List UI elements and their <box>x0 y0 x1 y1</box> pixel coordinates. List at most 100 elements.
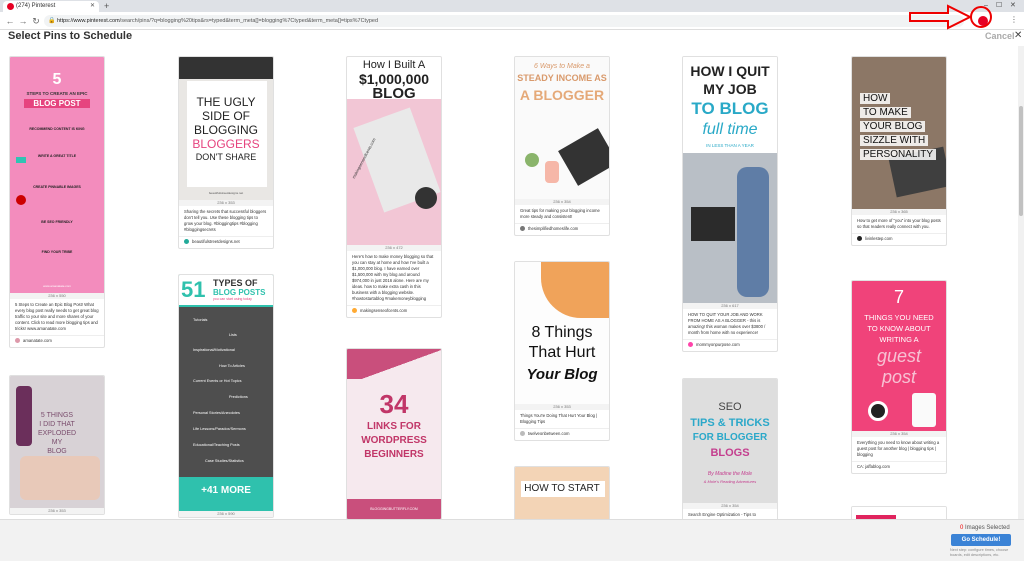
pin-source: amanatate.com <box>10 335 104 347</box>
pin-card[interactable]: 6 Ways to Make a STEADY INCOME AS A BLOG… <box>514 56 610 236</box>
pin-image-text: Current Events or Hot Topics <box>193 379 242 383</box>
pin-description: HOW TO QUIT YOUR JOB AND WORK FROM HOME … <box>688 312 766 335</box>
window-close-button[interactable]: ✕ <box>1010 0 1016 12</box>
pin-image-text: BLOG POST <box>24 99 90 108</box>
keyboard-shape <box>179 57 273 79</box>
url-host: https://www.pinterest.com <box>57 18 120 24</box>
pin-image-text: HOW I QUIT <box>690 63 770 79</box>
pin-card[interactable]: HOW TO START <box>514 466 610 519</box>
pin-image-text: 34 <box>379 389 409 419</box>
annotation-arrow-icon <box>909 4 972 30</box>
back-arrow-icon[interactable]: ← <box>4 14 16 28</box>
scroll-thumb[interactable] <box>1019 106 1023 216</box>
go-schedule-button[interactable]: Go Schedule! <box>951 534 1011 546</box>
pin-image-text: 5 THINGS <box>40 412 74 419</box>
pinterest-icon <box>16 195 26 205</box>
scrollbar[interactable] <box>1018 46 1024 519</box>
pin-image: HOW TO START <box>515 467 609 519</box>
source-avatar <box>352 308 357 313</box>
pin-image-text: Life Lessons/Paradox/Sermons <box>193 427 246 431</box>
pin-image: SEO TIPS & TRICKS FOR BLOGGER BLOGS By M… <box>683 379 777 503</box>
pin-description: Search Engine Optimization - Tips to <box>688 512 756 517</box>
pin-image-text: BLOG <box>372 85 416 102</box>
pin-image-text: DON'T SHARE <box>195 152 257 162</box>
address-bar[interactable]: 🔒 https://www.pinterest.com/search/pins/… <box>44 15 964 27</box>
pin-image: How I Built A $1,000,000 BLOG makingsens… <box>347 57 441 245</box>
header-strip <box>347 349 441 379</box>
pin-source: livinlestep.com <box>852 233 946 245</box>
source-label: twelveonbetween.com <box>528 431 570 436</box>
pin-card[interactable]: HOW TO MAKE YOUR BLOG SIZZLE WITH PERSON… <box>851 56 947 246</box>
pin-image-text: STEADY INCOME AS <box>517 73 607 83</box>
pin-image-text: & Mole's Reading Adventures <box>703 479 757 484</box>
pin-image-text: FOR BLOGGER <box>692 432 768 443</box>
pin-description: Sharing the secrets that successful blog… <box>184 209 267 232</box>
browser-tab-bar: (274) Pinterest ✕ + – ☐ ✕ <box>0 0 1024 12</box>
selected-count: 0 Images Selected <box>960 525 1010 531</box>
pin-image-text: CREATE PINNABLE IMAGES <box>33 185 81 189</box>
plant-shape <box>525 153 539 167</box>
pin-dimensions: 236 x 353 <box>10 508 104 514</box>
pin-card[interactable]: THE UGLY SIDE OF BLOGGING BLOGGERS DON'T… <box>178 56 274 249</box>
browser-tab[interactable]: (274) Pinterest ✕ <box>3 1 99 12</box>
pin-image-text: IN LESS THAN A YEAR <box>706 143 754 148</box>
pin-image: 6 Ways to Make a STEADY INCOME AS A BLOG… <box>515 57 609 199</box>
source-label: livinlestep.com <box>865 236 893 241</box>
pin-image-text: WORDPRESS <box>361 435 427 446</box>
pin-description: 5 Steps to Create an Epic Blog Post! Wha… <box>15 302 99 331</box>
source-avatar <box>520 226 525 231</box>
count-number: 0 <box>960 525 964 531</box>
pin-image-text: A BLOGGER <box>519 87 605 103</box>
pin-image-text: WRITE A GREAT TITLE <box>37 154 77 158</box>
pin-image <box>852 507 946 519</box>
pin-card[interactable]: How I Built A $1,000,000 BLOG makingsens… <box>346 56 442 318</box>
pin-dimensions: 236 x 590 <box>179 511 273 517</box>
page-title: Select Pins to Schedule <box>8 30 133 42</box>
pin-source: CA: jaffablog.com <box>852 461 946 473</box>
phone-shape <box>912 393 936 427</box>
pin-source: mommyonpurpose.com <box>683 339 777 351</box>
pin-source: beautifulstreetdesigns.net <box>179 236 273 248</box>
tab-close-icon[interactable]: ✕ <box>90 1 95 12</box>
pin-image-text: +41 MORE <box>201 485 251 496</box>
forward-arrow-icon[interactable]: → <box>17 14 29 28</box>
pin-image-text: How I Built A <box>362 59 426 71</box>
pin-image-text: TO KNOW ABOUT <box>867 324 931 333</box>
pin-image-text: www.amanatate.com <box>43 284 71 288</box>
pin-card[interactable]: 51 TYPES OF BLOG POSTS you can start usi… <box>178 274 274 518</box>
pin-image-text: Personal Stories/Anecdotes <box>193 411 240 415</box>
pin-description: How to get more of "you" into your blog … <box>857 218 941 229</box>
pin-card[interactable]: 7 THINGS YOU NEED TO KNOW ABOUT WRITING … <box>851 280 947 474</box>
browser-menu-icon[interactable]: ⋮ <box>1010 15 1018 24</box>
pin-image: HOW TO MAKE YOUR BLOG SIZZLE WITH PERSON… <box>852 57 946 209</box>
pin-card[interactable]: HOW I QUIT MY JOB TO BLOG full time IN L… <box>682 56 778 352</box>
source-avatar <box>184 239 189 244</box>
pin-image-text: SIDE OF <box>201 109 250 123</box>
pin-image-text: TO MAKE <box>860 107 911 118</box>
pin-card[interactable]: 8 Things That Hurt Your Blog 236 x 353 T… <box>514 261 610 441</box>
pin-image-text: BLOG <box>47 448 67 455</box>
pin-image-text: SEO <box>718 401 742 413</box>
pin-card[interactable]: SEO TIPS & TRICKS FOR BLOGGER BLOGS By M… <box>682 378 778 519</box>
pin-image-text: That Hurt <box>528 344 596 361</box>
selection-footer: 0 Images Selected Go Schedule! Next step… <box>0 519 1024 561</box>
pin-image-text: TYPES OF <box>213 278 258 288</box>
cancel-button[interactable]: Cancel <box>985 31 1015 41</box>
source-avatar <box>15 338 20 343</box>
pin-image-text: PERSONALITY <box>860 149 937 160</box>
source-avatar <box>857 236 862 241</box>
source-label: CA: jaffablog.com <box>857 464 890 469</box>
pin-image-text: BLOGGING <box>193 123 258 137</box>
pin-card[interactable]: 34 LINKS FOR WORDPRESS BEGINNERS BLOGGIN… <box>346 348 442 519</box>
close-icon[interactable]: ✕ <box>1014 30 1022 41</box>
pin-card[interactable]: 5 THINGS I DID THAT EXPLODED MY BLOG 236… <box>9 375 105 515</box>
new-tab-button[interactable]: + <box>104 0 109 12</box>
reload-icon[interactable]: ↻ <box>30 14 42 28</box>
count-label: Images Selected <box>965 525 1010 531</box>
source-label: thesimplifiedhomeslife.com <box>528 226 579 231</box>
maximize-button[interactable]: ☐ <box>996 0 1002 12</box>
pin-image-text: How To Articles <box>219 364 245 368</box>
pin-card[interactable] <box>851 506 947 519</box>
pin-card[interactable]: 5 STEPS TO CREATE AN EPIC BLOG POST RECO… <box>9 56 105 348</box>
pin-image-text: THE UGLY <box>196 95 256 109</box>
